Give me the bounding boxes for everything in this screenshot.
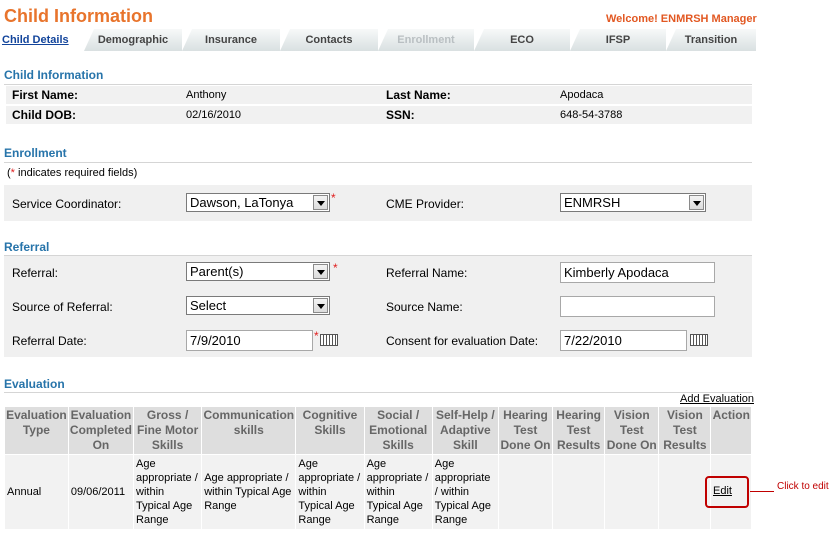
evaluation-table: Evaluation Type Evaluation Completed On … [4, 406, 752, 530]
enrollment-panel: Service Coordinator: Dawson, LaTonya * C… [4, 185, 752, 221]
child-dob-row: Child DOB: 02/16/2010 SSN: 648-54-3788 [6, 106, 752, 124]
tab-contacts[interactable]: Contacts [280, 29, 378, 51]
column-header: Communication skills [201, 406, 297, 455]
cognitive-cell: Age appropriate / within Typical Age Ran… [295, 454, 365, 530]
welcome-message: Welcome! ENMRSH Manager [606, 13, 757, 25]
source-name-label: Source Name: [386, 300, 463, 314]
callout-text: Click to edit [777, 481, 829, 492]
vision-done-cell [604, 454, 660, 530]
hearing-results-cell [552, 454, 606, 530]
required-note-text: indicates required fields) [14, 167, 138, 179]
page-title: Child Information [4, 6, 153, 26]
chevron-down-icon[interactable] [313, 298, 328, 313]
column-header: Vision Test Done On [604, 406, 660, 455]
last-name-label: Last Name: [386, 88, 451, 102]
divider [4, 162, 752, 163]
column-header: Gross / Fine Motor Skills [133, 406, 203, 455]
required-star: * [331, 191, 336, 205]
tab-bar: Child Details Demographic Insurance Cont… [0, 29, 756, 51]
referral-value: Parent(s) [190, 264, 244, 279]
required-star: * [333, 261, 338, 275]
calendar-icon[interactable] [320, 334, 338, 346]
child-name-row: First Name: Anthony Last Name: Apodaca [6, 86, 752, 104]
source-of-referral-label: Source of Referral: [12, 300, 113, 314]
column-header: Action [710, 406, 752, 455]
referral-date-input[interactable]: 7/9/2010 [186, 330, 313, 351]
add-evaluation-link[interactable]: Add Evaluation [680, 393, 754, 405]
chevron-down-icon[interactable] [689, 195, 704, 210]
column-header: Cognitive Skills [295, 406, 365, 455]
column-header: Self-Help / Adaptive Skill [431, 406, 499, 455]
first-name-value: Anthony [186, 89, 227, 101]
ssn-value: 648-54-3788 [560, 109, 623, 121]
column-header: Evaluation Completed On [67, 406, 135, 455]
divider [4, 84, 752, 85]
last-name-value: Apodaca [560, 89, 604, 101]
service-coordinator-value: Dawson, LaTonya [190, 195, 294, 210]
evaluation-type-cell: Annual [4, 454, 69, 530]
social-emotional-cell: Age appropriate / within Typical Age Ran… [363, 454, 433, 530]
dob-label: Child DOB: [12, 108, 76, 122]
calendar-icon[interactable] [690, 334, 708, 346]
tab-eco[interactable]: ECO [474, 29, 570, 51]
chevron-down-icon[interactable] [313, 195, 328, 210]
tab-insurance[interactable]: Insurance [182, 29, 280, 51]
cme-provider-label: CME Provider: [386, 197, 465, 211]
chevron-down-icon[interactable] [313, 264, 328, 279]
evaluation-section-title: Evaluation [4, 377, 65, 391]
service-coordinator-label: Service Coordinator: [12, 197, 122, 211]
column-header: Social / Emotional Skills [363, 406, 433, 455]
referral-name-label: Referral Name: [386, 266, 468, 280]
referral-section-title: Referral [4, 240, 50, 254]
ssn-label: SSN: [386, 108, 415, 122]
edit-link[interactable]: Edit [713, 485, 732, 497]
tab-demographic[interactable]: Demographic [84, 29, 182, 51]
column-header: Vision Test Results [658, 406, 712, 455]
column-header: Evaluation Type [4, 406, 69, 455]
source-name-input[interactable] [560, 296, 715, 317]
referral-panel: Referral: Parent(s) * Referral Name: Kim… [4, 256, 752, 357]
completed-on-cell: 09/06/2011 [67, 454, 135, 530]
dob-value: 02/16/2010 [186, 109, 242, 121]
consent-date-input[interactable]: 7/22/2010 [560, 330, 687, 351]
hearing-done-cell [497, 454, 554, 530]
referral-select[interactable]: Parent(s) [186, 262, 330, 281]
source-of-referral-select[interactable]: Select [186, 296, 330, 315]
cme-provider-select[interactable]: ENMRSH [560, 193, 706, 212]
table-row: Annual 09/06/2011 Age appropriate / with… [4, 454, 752, 530]
cme-provider-value: ENMRSH [564, 195, 621, 210]
self-help-cell: Age appropriate / within Typical Age Ran… [431, 454, 499, 530]
child-info-section-title: Child Information [4, 68, 104, 82]
gross-fine-motor-cell: Age appropriate / within Typical Age Ran… [133, 454, 203, 530]
required-fields-note: (* indicates required fields) [7, 167, 137, 179]
column-header: Hearing Test Done On [497, 406, 554, 455]
tab-ifsp[interactable]: IFSP [570, 29, 666, 51]
service-coordinator-select[interactable]: Dawson, LaTonya [186, 193, 330, 212]
source-of-referral-value: Select [190, 298, 227, 313]
divider [4, 392, 752, 393]
vision-results-cell [658, 454, 712, 530]
table-header-row: Evaluation Type Evaluation Completed On … [4, 406, 752, 455]
tab-enrollment: Enrollment [378, 29, 474, 51]
enrollment-section-title: Enrollment [4, 146, 67, 160]
referral-name-input[interactable]: Kimberly Apodaca [560, 262, 715, 283]
column-header: Hearing Test Results [552, 406, 606, 455]
consent-date-label: Consent for evaluation Date: [386, 334, 539, 348]
referral-label: Referral: [12, 266, 59, 280]
first-name-label: First Name: [12, 88, 79, 102]
required-star: * [314, 329, 319, 343]
tab-child-details[interactable]: Child Details [0, 29, 84, 51]
referral-date-label: Referral Date: [12, 334, 87, 348]
callout-line [750, 491, 774, 492]
communication-cell: Age appropriate / within Typical Age Ran… [201, 454, 297, 530]
tab-transition[interactable]: Transition [666, 29, 756, 51]
